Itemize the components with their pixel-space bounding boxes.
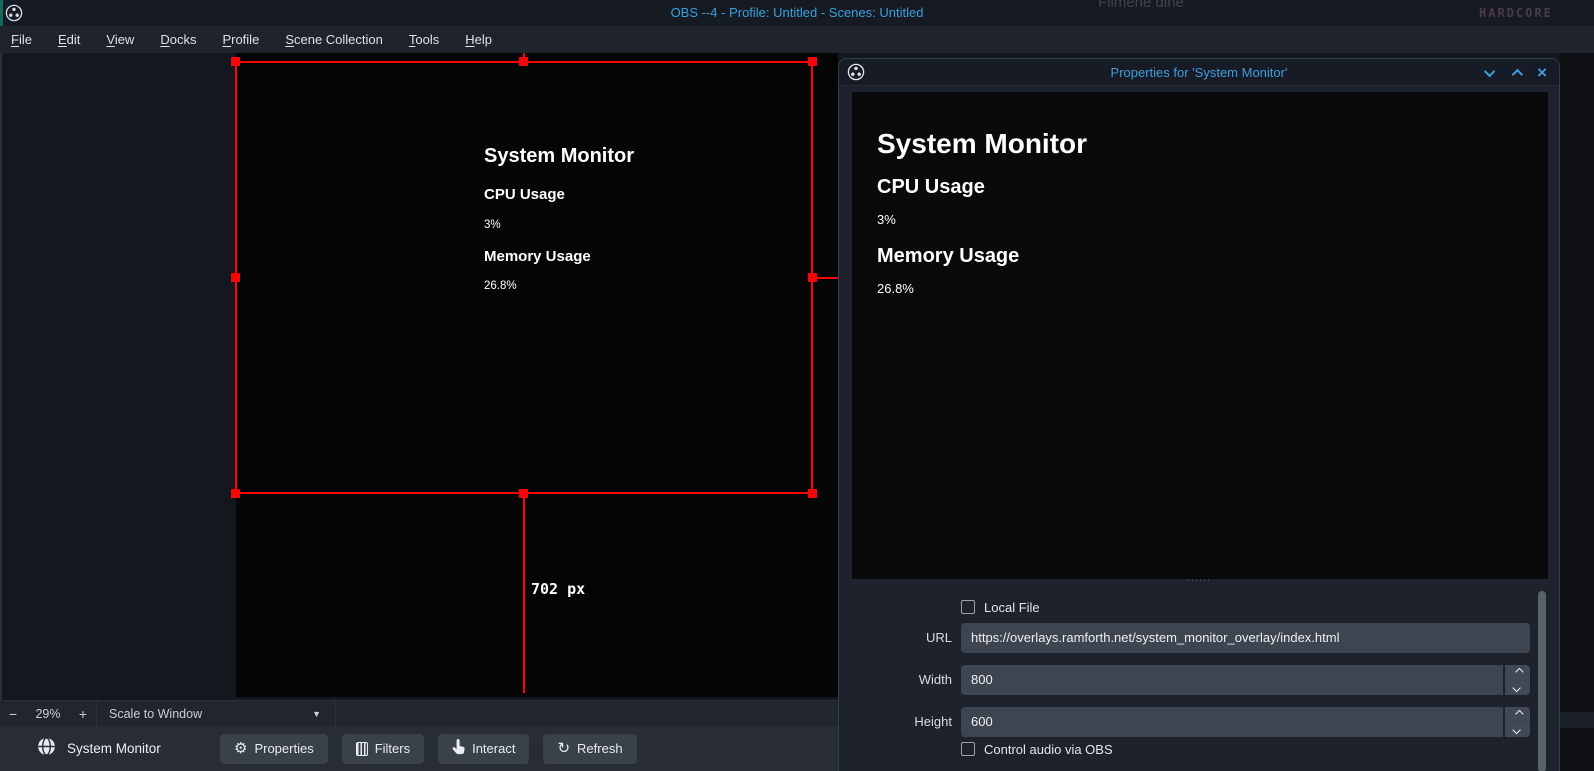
obs-window: OBS --4 - Profile: Untitled - Scenes: Un… — [0, 0, 1594, 771]
background-ghost-text: Filmene dine — [1098, 0, 1184, 11]
zoom-in-button[interactable]: + — [70, 706, 96, 722]
source-selection-box[interactable] — [235, 61, 813, 494]
interact-button[interactable]: Interact — [438, 734, 529, 764]
gear-icon: ⚙ — [234, 741, 247, 756]
dialog-titlebar[interactable]: Properties for 'System Monitor' × — [839, 59, 1559, 86]
alignment-guide-bottom — [523, 494, 525, 693]
overlay-mem-value: 26.8% — [877, 281, 914, 296]
zoom-out-button[interactable]: − — [0, 706, 26, 722]
menu-scene-collection[interactable]: Scene Collection — [285, 32, 383, 47]
splitter-handle[interactable]: ······ — [839, 575, 1559, 587]
control-audio-label: Control audio via OBS — [984, 742, 1113, 757]
dialog-source-preview: System Monitor CPU Usage 3% Memory Usage… — [852, 92, 1548, 579]
height-input[interactable]: 600 — [961, 707, 1530, 737]
selection-handle-top-right[interactable] — [808, 57, 817, 66]
stepper-down-button[interactable] — [1505, 681, 1530, 695]
selection-handle-middle-left[interactable] — [231, 273, 240, 282]
selection-handle-bottom-left[interactable] — [231, 489, 240, 498]
url-label: URL — [839, 623, 952, 653]
window-titlebar: OBS --4 - Profile: Untitled - Scenes: Un… — [0, 0, 1594, 26]
chevron-up-icon — [1515, 668, 1523, 676]
width-input[interactable]: 800 — [961, 665, 1530, 695]
selection-handle-bottom-right[interactable] — [808, 489, 817, 498]
browser-source-icon — [37, 737, 56, 761]
scrollbar-thumb[interactable] — [1538, 591, 1546, 771]
alignment-guide-top — [523, 53, 525, 62]
close-icon[interactable]: × — [1537, 64, 1547, 81]
zoom-level: 29% — [26, 707, 70, 721]
menu-edit[interactable]: Edit — [58, 32, 80, 47]
width-stepper — [1503, 665, 1530, 695]
browser-source-render: System Monitor CPU Usage 3% Memory Usage… — [877, 128, 1277, 428]
height-value: 600 — [971, 714, 993, 729]
distance-label: 702 px — [531, 580, 585, 598]
dialog-window-buttons: × — [1487, 59, 1547, 86]
menu-file[interactable]: File — [11, 32, 32, 47]
chevron-down-icon — [1512, 726, 1520, 734]
source-toolbar-buttons: ⚙ Properties Filters Interact ↻ Refresh — [220, 734, 637, 764]
chevron-down-icon[interactable]: ▼ — [216, 709, 335, 719]
filters-button[interactable]: Filters — [342, 734, 424, 764]
background-ghost-watermark: HARDCORE — [1479, 6, 1553, 20]
dialog-title: Properties for 'System Monitor' — [839, 59, 1559, 86]
background-window-strip — [1560, 53, 1594, 771]
chevron-up-icon — [1515, 710, 1523, 718]
preview-zoombar: − 29% + Scale to Window ▼ — [0, 700, 838, 726]
menu-profile[interactable]: Profile — [222, 32, 259, 47]
selected-source-name[interactable]: System Monitor — [67, 741, 207, 756]
stepper-up-button[interactable] — [1505, 665, 1530, 679]
menubar-items: File Edit View Docks Profile Scene Collection… — [0, 26, 1594, 53]
menu-help[interactable]: Help — [465, 32, 492, 47]
interact-icon — [452, 739, 465, 758]
refresh-icon: ↻ — [557, 741, 570, 756]
height-stepper — [1503, 707, 1530, 737]
menu-view[interactable]: View — [106, 32, 134, 47]
menu-tools[interactable]: Tools — [409, 32, 439, 47]
overlay-mem-label: Memory Usage — [877, 245, 1019, 268]
properties-dialog: Properties for 'System Monitor' × System… — [838, 58, 1560, 771]
menu-docks[interactable]: Docks — [160, 32, 196, 47]
local-file-label: Local File — [984, 600, 1040, 615]
button-label: Properties — [254, 741, 313, 756]
window-title: OBS --4 - Profile: Untitled - Scenes: Un… — [0, 0, 1594, 26]
width-label: Width — [839, 665, 952, 695]
button-label: Filters — [375, 741, 410, 756]
source-toolbar: System Monitor ⚙ Properties Filters Interac… — [0, 726, 838, 771]
overlay-title: System Monitor — [877, 128, 1087, 160]
selection-handle-top-left[interactable] — [231, 57, 240, 66]
properties-button[interactable]: ⚙ Properties — [220, 734, 328, 764]
local-file-checkbox[interactable] — [961, 600, 975, 614]
height-label: Height — [839, 707, 952, 737]
stepper-down-button[interactable] — [1505, 723, 1530, 737]
chevron-up-icon[interactable] — [1512, 68, 1523, 79]
zoombar-divider — [335, 701, 336, 726]
alignment-guide-right — [813, 277, 838, 279]
chevron-down-icon — [1512, 684, 1520, 692]
url-input[interactable]: https://overlays.ramforth.net/system_mon… — [961, 623, 1530, 653]
scale-mode-dropdown[interactable]: Scale to Window — [97, 707, 216, 721]
overlay-cpu-value: 3% — [877, 212, 896, 227]
dock-edge-divider — [0, 53, 2, 700]
overlay-cpu-label: CPU Usage — [877, 176, 985, 199]
button-label: Interact — [472, 741, 515, 756]
width-value: 800 — [971, 672, 993, 687]
control-audio-checkbox[interactable] — [961, 742, 975, 756]
refresh-button[interactable]: ↻ Refresh — [543, 734, 636, 764]
background-window-band — [1560, 712, 1594, 728]
button-label: Refresh — [577, 741, 623, 756]
stepper-up-button[interactable] — [1505, 707, 1530, 721]
filters-icon — [356, 742, 368, 756]
